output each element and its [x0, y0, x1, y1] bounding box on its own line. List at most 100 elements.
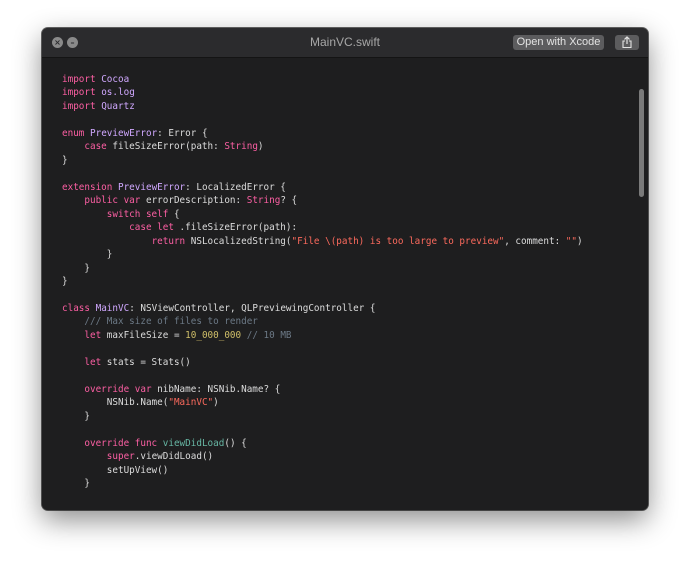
code-token: )	[257, 141, 264, 153]
code-token: case	[84, 141, 107, 153]
share-icon	[622, 36, 632, 49]
code-token: ? {	[280, 195, 298, 207]
code-token: Cocoa	[101, 74, 130, 85]
code-token: }	[62, 154, 68, 166]
code-token: }	[62, 410, 90, 422]
code-token: let	[84, 356, 102, 368]
code-token: override var	[84, 383, 152, 395]
code-token: NSNib.Name(	[62, 397, 169, 409]
code-line: import os.log	[62, 86, 583, 99]
code-token: MainVC	[95, 302, 130, 314]
code-line: NSNib.Name("MainVC")	[62, 396, 583, 409]
code-token: .viewDidLoad()	[134, 451, 214, 463]
code-line: import Cocoa	[62, 73, 583, 86]
code-line: extension PreviewError: LocalizedError {	[62, 181, 583, 194]
code-token: "File \(path) is too large to preview"	[291, 235, 505, 247]
code-line: }	[62, 477, 583, 490]
code-token: switch self	[106, 208, 169, 220]
code-token: }	[62, 276, 68, 288]
code-line: }	[62, 410, 583, 423]
code-token: {	[168, 208, 180, 220]
code-token: PreviewError	[90, 127, 158, 139]
code-line: case fileSizeError(path: String)	[62, 140, 583, 153]
code-token: )	[213, 397, 219, 409]
code-token: extension	[62, 181, 113, 193]
code-token: "MainVC"	[168, 397, 214, 409]
code-line: }	[62, 248, 583, 261]
code-token: let	[84, 329, 102, 341]
code-token: : NSViewController, QLPreviewingControll…	[129, 302, 376, 314]
code-line: enum PreviewError: Error {	[62, 127, 583, 140]
code-token: String	[224, 141, 258, 153]
code-token: NSLocalizedString(	[185, 235, 292, 247]
code-token: }	[62, 249, 113, 261]
code-line: let stats = Stats()	[62, 356, 583, 369]
code-line: /// Max size of files to render	[62, 315, 583, 328]
code-preview[interactable]: import Cocoa import os.log import Quartz e…	[42, 58, 648, 510]
title-bar: × – MainVC.swift Open with Xcode	[42, 28, 648, 58]
code-token: public var	[84, 195, 141, 207]
open-with-xcode-button[interactable]: Open with Xcode	[513, 35, 604, 50]
code-token: super	[106, 451, 135, 463]
code-token: errorDescription:	[140, 195, 247, 207]
code-line: }	[62, 275, 583, 288]
code-token: os.log	[101, 87, 135, 99]
code-token: class	[62, 302, 90, 314]
code-line: class MainVC: NSViewController, QLPrevie…	[62, 302, 583, 315]
share-button[interactable]	[615, 35, 639, 50]
preview-window: × – MainVC.swift Open with Xcode import …	[42, 28, 648, 510]
code-line: public var errorDescription: String? {	[62, 194, 583, 207]
code-token: import	[62, 74, 96, 85]
code-line: return NSLocalizedString("File \(path) i…	[62, 235, 583, 248]
code-token: return	[151, 235, 186, 247]
code-token: : Error {	[157, 127, 208, 139]
code-token: }	[62, 478, 90, 490]
code-token: // 10 MB	[246, 329, 292, 341]
source-code: import Cocoa import os.log import Quartz e…	[62, 73, 583, 491]
code-line: }	[62, 154, 583, 167]
code-token: () {	[224, 437, 247, 449]
code-line: setUpView()	[62, 464, 583, 477]
code-token: , comment:	[504, 235, 566, 247]
code-line: override var nibName: NSNib.Name? {	[62, 383, 583, 396]
code-line: override func viewDidLoad() {	[62, 437, 583, 450]
vertical-scrollbar[interactable]	[639, 89, 644, 197]
code-token: setUpView()	[62, 464, 169, 476]
code-token: stats = Stats()	[101, 356, 191, 368]
code-line: super.viewDidLoad()	[62, 450, 583, 463]
code-token: enum	[62, 127, 85, 139]
code-line: }	[62, 262, 583, 275]
code-token: case let	[129, 222, 174, 234]
code-token: fileSizeError(path:	[106, 141, 225, 153]
code-token: override func	[84, 437, 158, 449]
code-token: import	[62, 100, 96, 112]
code-token: String	[246, 195, 281, 207]
code-token: 10_000_000	[185, 329, 242, 341]
code-token: import	[62, 87, 96, 99]
code-line: switch self {	[62, 208, 583, 221]
code-token: ""	[565, 235, 577, 247]
code-token: maxFileSize =	[101, 329, 186, 341]
code-token: .fileSizeError(path):	[173, 222, 298, 234]
code-line: import Quartz	[62, 100, 583, 113]
code-line: let maxFileSize = 10_000_000 // 10 MB	[62, 329, 583, 342]
code-token: nibName: NSNib.Name? {	[151, 383, 281, 395]
code-token: )	[577, 235, 583, 247]
code-token: : LocalizedError {	[185, 181, 286, 193]
code-token: PreviewError	[117, 181, 186, 193]
